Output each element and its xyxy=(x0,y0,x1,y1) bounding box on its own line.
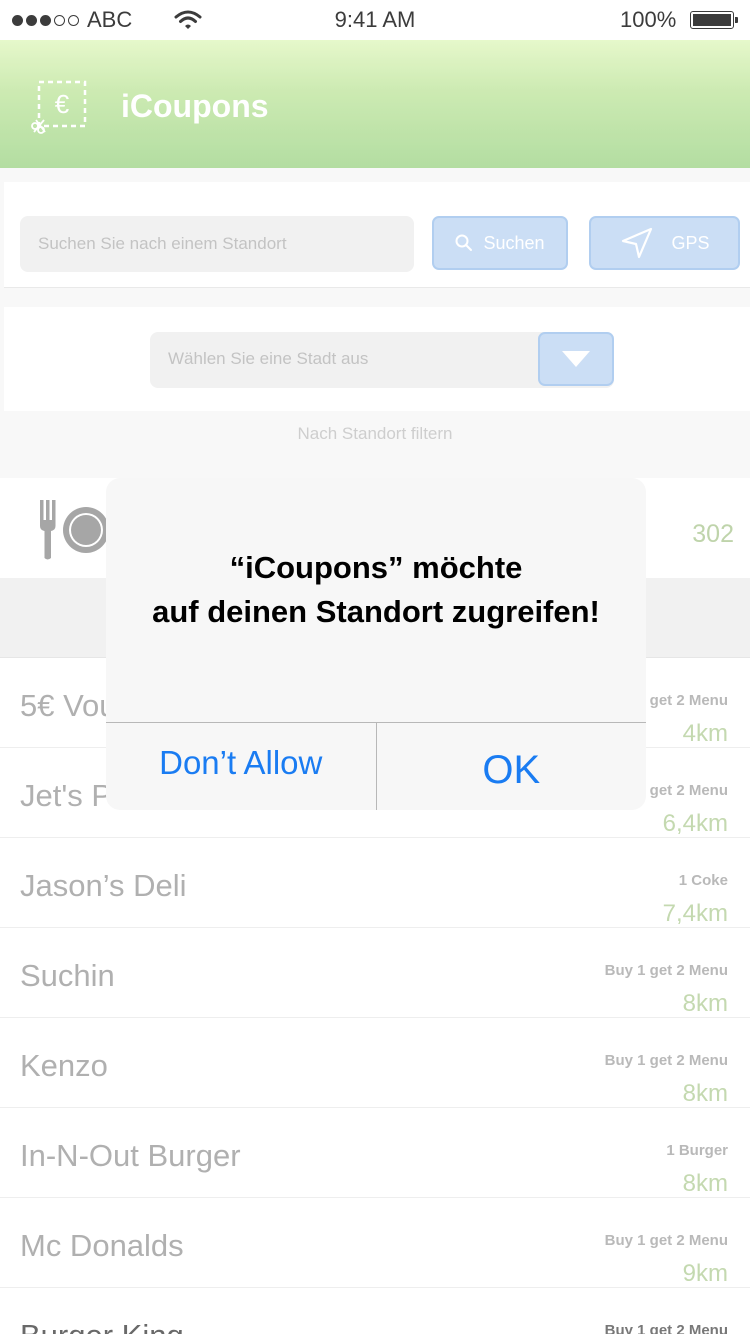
dont-allow-button[interactable]: Don’t Allow xyxy=(106,723,377,810)
location-permission-alert: “iCoupons” möchte auf deinen Standort zu… xyxy=(106,478,646,810)
alert-title-line2: auf deinen Standort zugreifen! xyxy=(152,594,600,629)
screen: ABC 9:41 AM 100% € iCoupons Suchen Sie n… xyxy=(0,0,750,1334)
ok-button[interactable]: OK xyxy=(377,723,647,810)
alert-actions: Don’t Allow OK xyxy=(106,722,646,810)
alert-title-line1: “iCoupons” möchte xyxy=(229,550,523,585)
alert-title: “iCoupons” möchte auf deinen Standort zu… xyxy=(106,546,646,634)
